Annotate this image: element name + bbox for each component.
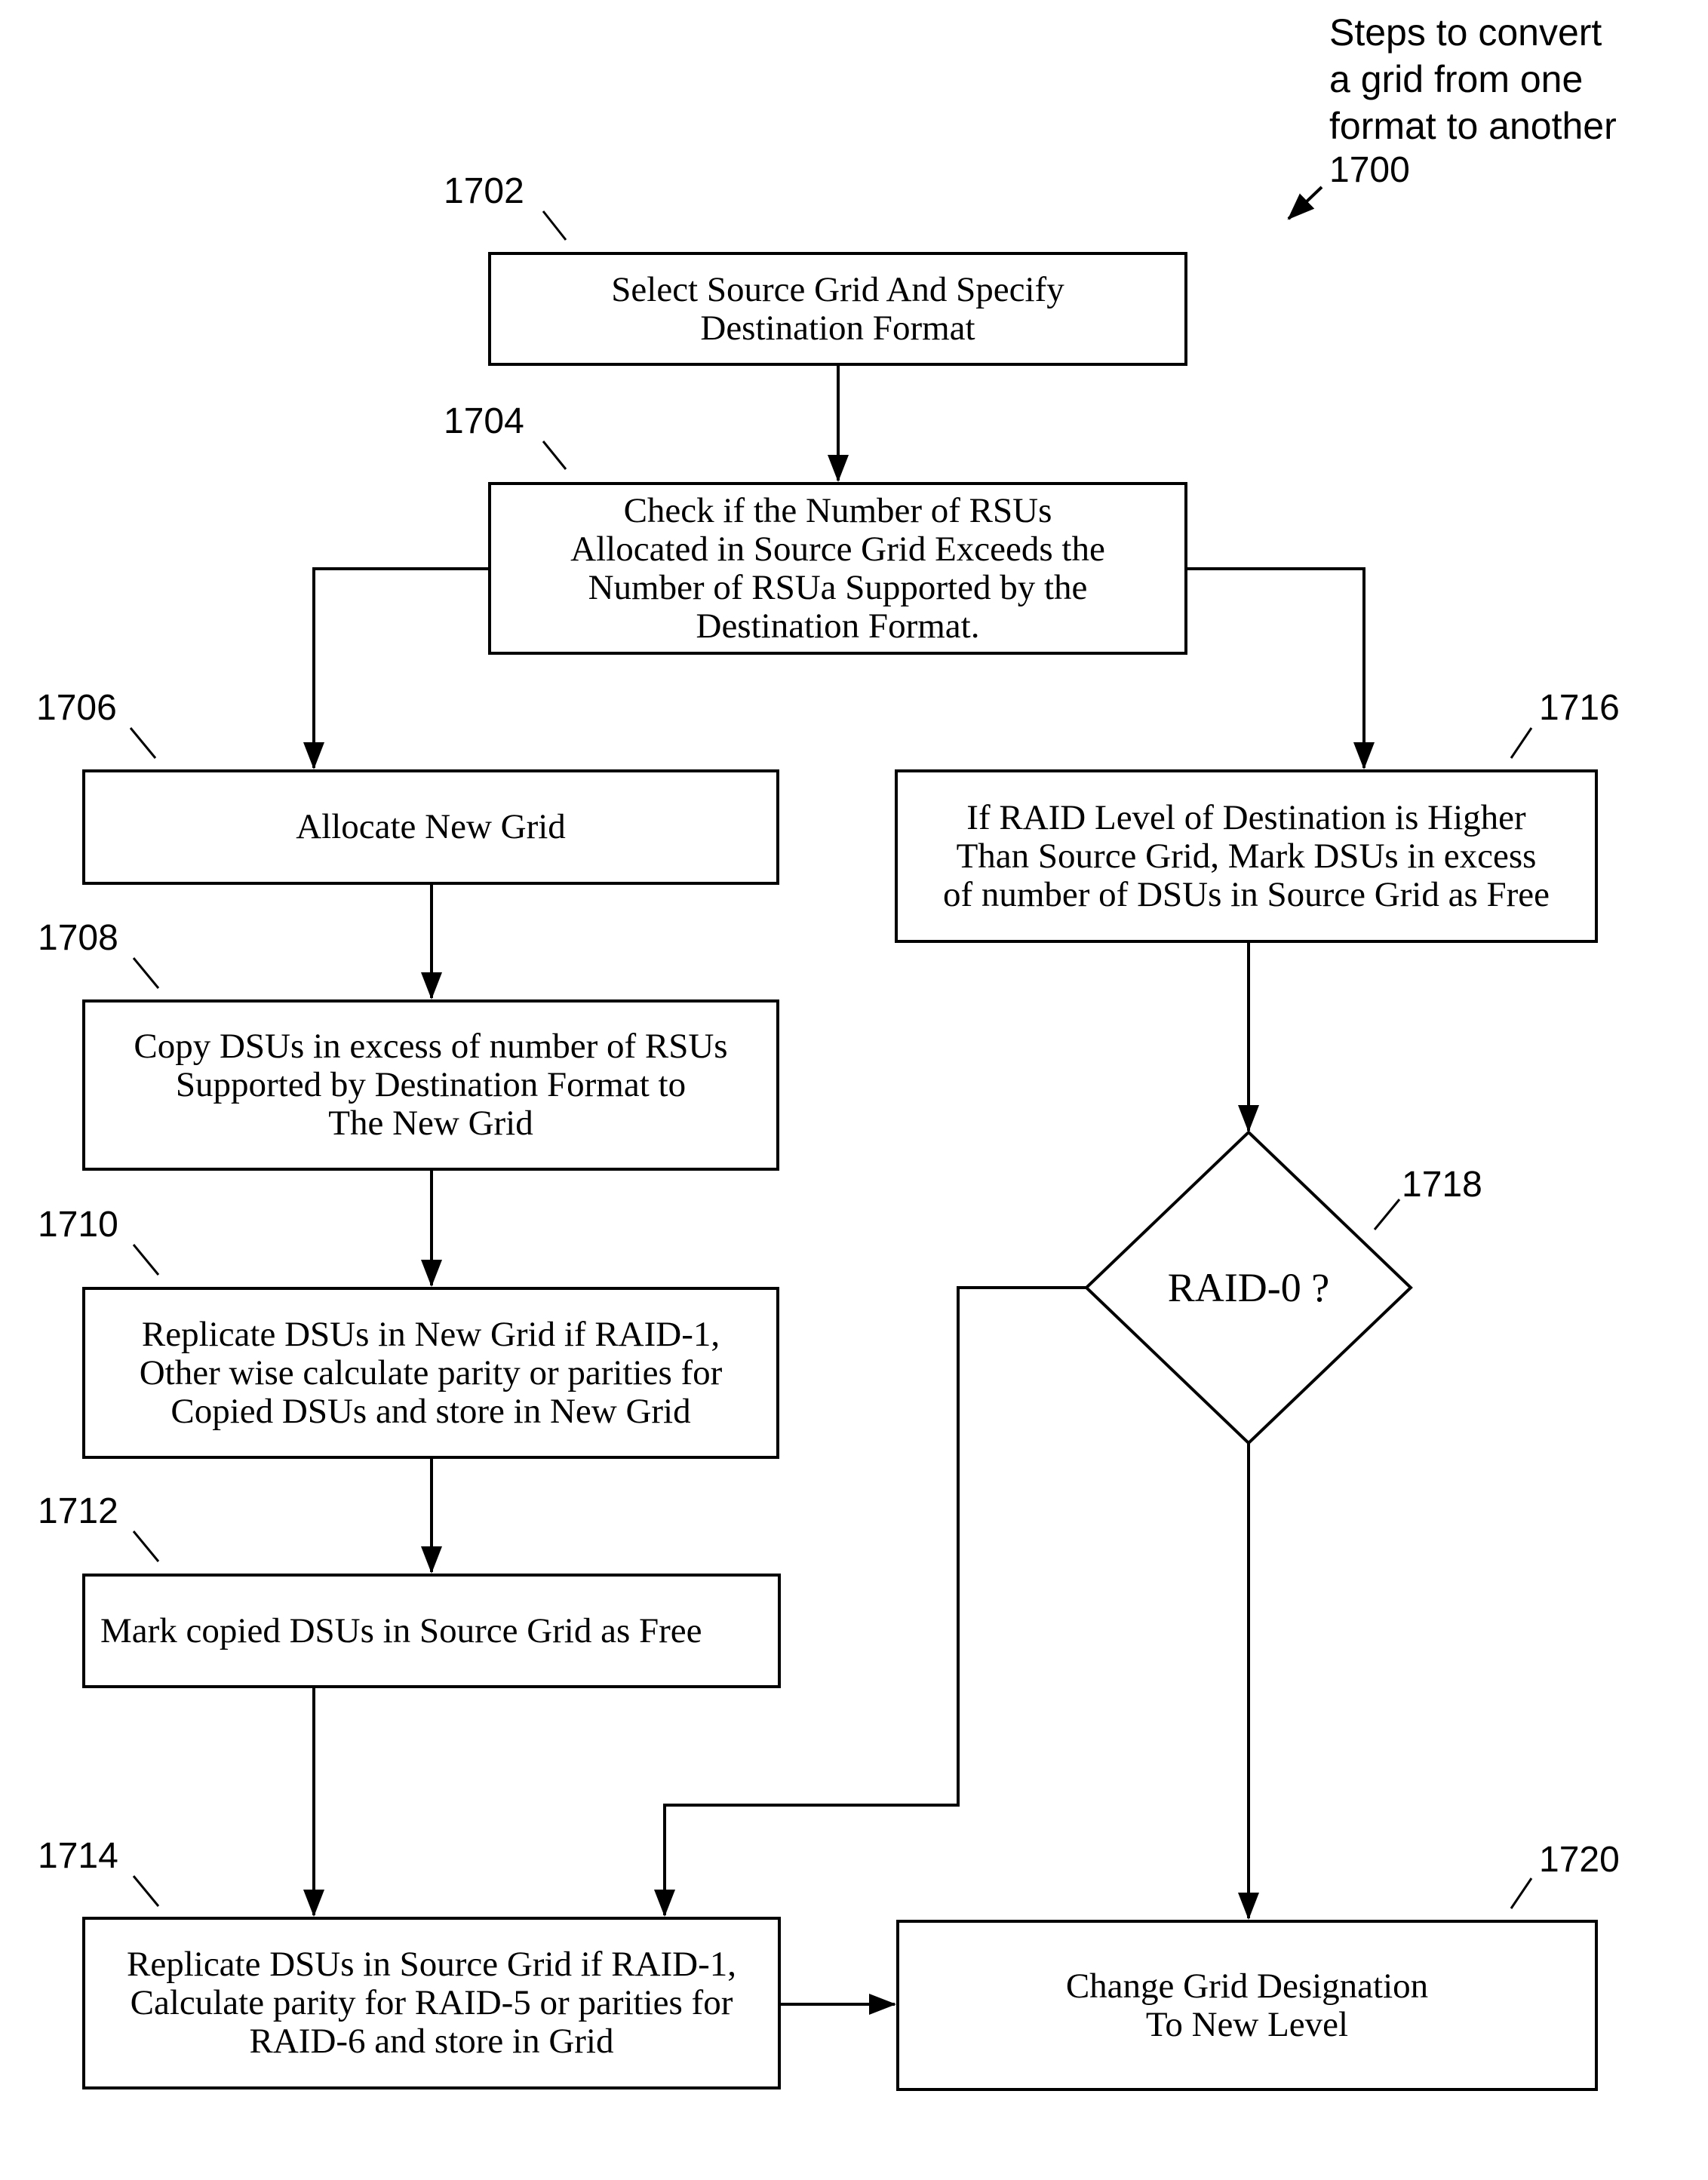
flowchart: Steps to convert a grid from one format … bbox=[0, 0, 1708, 2180]
step-1704-check-rsu-count[interactable]: Check if the Number of RSUs Allocated in… bbox=[488, 482, 1187, 655]
leader-1716 bbox=[1510, 727, 1533, 759]
edge-1704-1706 bbox=[303, 567, 488, 769]
ref-1718: 1718 bbox=[1402, 1165, 1482, 1205]
step-1710-replicate-in-new-grid[interactable]: Replicate DSUs in New Grid if RAID-1, Ot… bbox=[82, 1287, 779, 1459]
step-1702-select-source-grid[interactable]: Select Source Grid And Specify Destinati… bbox=[488, 252, 1187, 366]
ref-1708: 1708 bbox=[38, 918, 118, 958]
ref-1714: 1714 bbox=[38, 1836, 118, 1876]
step-1712-mark-copied-free[interactable]: Mark copied DSUs in Source Grid as Free bbox=[82, 1574, 781, 1688]
leader-1718 bbox=[1373, 1199, 1401, 1230]
leader-1702 bbox=[542, 210, 567, 241]
decision-1718-label: RAID-0 ? bbox=[1167, 1265, 1330, 1310]
step-1706-allocate-new-grid[interactable]: Allocate New Grid bbox=[82, 769, 779, 885]
ref-1706: 1706 bbox=[36, 688, 117, 728]
leader-1710 bbox=[132, 1244, 160, 1276]
figure-ref-1700: 1700 bbox=[1329, 150, 1410, 190]
ref-1716: 1716 bbox=[1539, 688, 1620, 728]
step-1714-replicate-in-source-grid[interactable]: Replicate DSUs in Source Grid if RAID-1,… bbox=[82, 1917, 781, 2089]
edge-1704-1716 bbox=[1187, 567, 1375, 769]
leader-1714 bbox=[132, 1875, 160, 1907]
leader-1708 bbox=[132, 957, 160, 989]
ref-1712: 1712 bbox=[38, 1491, 118, 1531]
step-1720-change-grid-designation[interactable]: Change Grid Designation To New Level bbox=[896, 1920, 1598, 2091]
leader-1712 bbox=[132, 1531, 160, 1562]
leader-1704 bbox=[542, 441, 567, 470]
leader-1720 bbox=[1510, 1878, 1533, 1909]
ref-1702: 1702 bbox=[444, 171, 524, 211]
step-1716-mark-excess-free[interactable]: If RAID Level of Destination is Higher T… bbox=[895, 769, 1598, 943]
leader-1706 bbox=[129, 727, 157, 759]
ref-1704: 1704 bbox=[444, 401, 524, 441]
ref-1710: 1710 bbox=[38, 1205, 118, 1245]
step-1708-copy-dsus[interactable]: Copy DSUs in excess of number of RSUs Su… bbox=[82, 999, 779, 1171]
ref-1720: 1720 bbox=[1539, 1840, 1620, 1880]
figure-title: Steps to convert a grid from one format … bbox=[1329, 11, 1617, 147]
figure-pointer-arrow bbox=[1287, 186, 1323, 220]
